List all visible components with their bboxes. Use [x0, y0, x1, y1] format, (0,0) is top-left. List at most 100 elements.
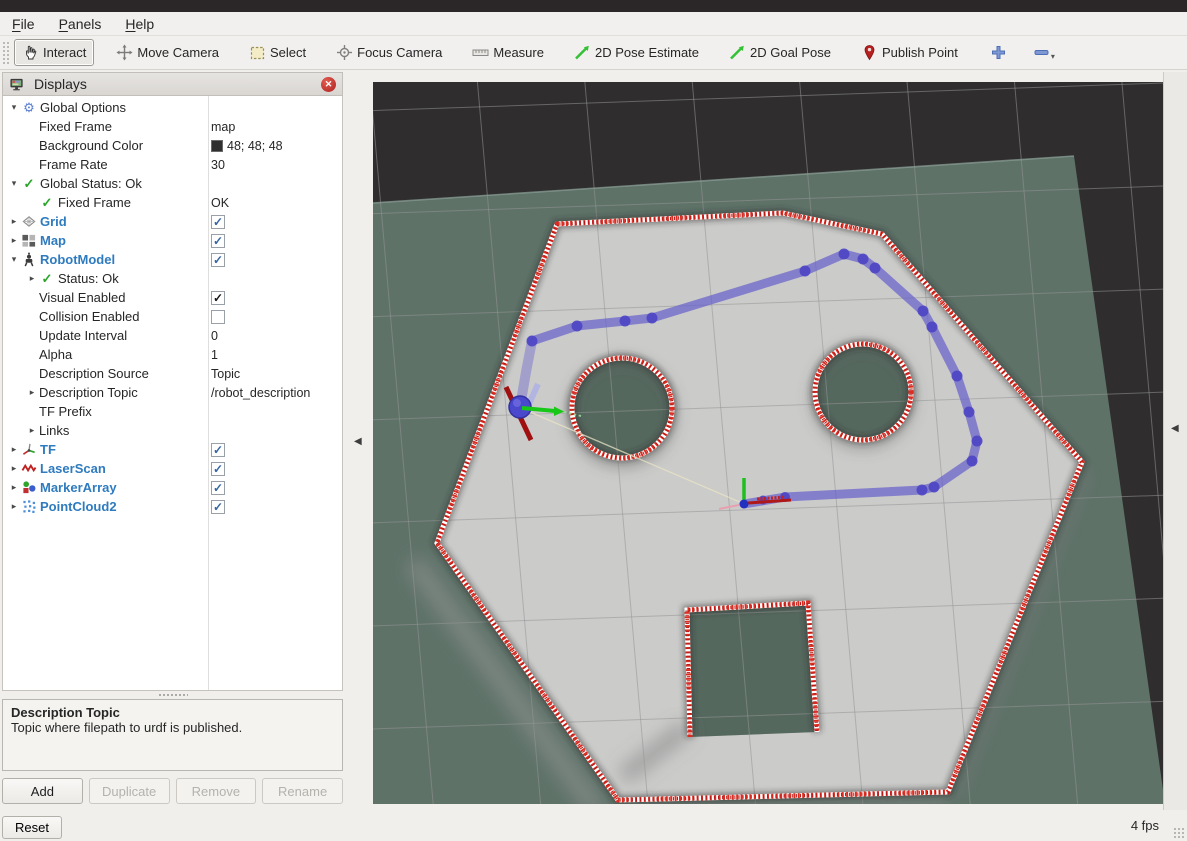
3d-viewport[interactable]: [373, 82, 1163, 804]
collapse-right-panel-icon[interactable]: ◀: [1171, 423, 1179, 434]
add-button[interactable]: Add: [2, 778, 83, 804]
tree-row[interactable]: Frame Rate 30: [3, 155, 342, 174]
row-value[interactable]: ✓: [211, 459, 225, 478]
checkbox[interactable]: ✓: [211, 481, 225, 495]
tool-measure[interactable]: Measure: [464, 39, 552, 66]
collapse-arrow-icon[interactable]: ▾: [7, 102, 21, 113]
toolbar-buttons: Interact Move Camera Select Focus Camera Mea…: [14, 39, 1071, 66]
row-label: Background Color: [39, 138, 143, 153]
row-value[interactable]: ✓: [211, 478, 225, 497]
tree-row[interactable]: ▸Grid✓: [3, 212, 342, 231]
checkbox[interactable]: ✓: [211, 291, 225, 305]
row-value[interactable]: ✓: [211, 497, 225, 516]
tree-row[interactable]: ▸MarkerArray✓: [3, 478, 342, 497]
menu-item-panels[interactable]: Panels: [59, 16, 102, 32]
menu-item-file[interactable]: File: [12, 16, 35, 32]
tree-row[interactable]: ▸✓Status: Ok: [3, 269, 342, 288]
checkbox[interactable]: ✓: [211, 234, 225, 248]
chevron-down-icon[interactable]: ▾: [1051, 52, 1055, 61]
row-value[interactable]: ✓: [211, 212, 225, 231]
checkbox[interactable]: ✓: [211, 253, 225, 267]
tool-2d-goal-pose[interactable]: 2D Goal Pose: [721, 39, 839, 66]
check-icon: ✓: [21, 176, 37, 191]
expand-arrow-icon[interactable]: ▸: [7, 482, 21, 493]
property-description-box: Description Topic Topic where filepath t…: [2, 699, 343, 771]
expand-arrow-icon[interactable]: ▸: [7, 444, 21, 455]
close-icon[interactable]: ✕: [321, 77, 336, 92]
tree-row[interactable]: Background Color 48; 48; 48: [3, 136, 342, 155]
tree-row[interactable]: Alpha1: [3, 345, 342, 364]
row-value[interactable]: 48; 48; 48: [211, 136, 283, 155]
checkbox[interactable]: ✓: [211, 215, 225, 229]
duplicate-button[interactable]: Duplicate: [89, 778, 170, 804]
checkbox[interactable]: [211, 310, 225, 324]
row-value[interactable]: 0: [211, 326, 218, 345]
expand-arrow-icon[interactable]: ▸: [7, 501, 21, 512]
row-label: Frame Rate: [39, 157, 108, 172]
tree-row[interactable]: ▾ RobotModel ✓: [3, 250, 342, 269]
row-value[interactable]: map: [211, 117, 235, 136]
checkbox[interactable]: ✓: [211, 462, 225, 476]
row-value[interactable]: [211, 307, 225, 326]
tool-interact[interactable]: Interact: [14, 39, 94, 66]
collapse-arrow-icon[interactable]: ▾: [7, 254, 21, 265]
tool-select[interactable]: Select: [241, 39, 314, 66]
menu-item-help[interactable]: Help: [125, 16, 154, 32]
row-value[interactable]: ✓: [211, 288, 225, 307]
tool-remove-tool[interactable]: ▾: [1023, 39, 1065, 66]
tree-row[interactable]: Update Interval0: [3, 326, 342, 345]
remove-button[interactable]: Remove: [176, 778, 257, 804]
reset-button[interactable]: Reset: [2, 816, 62, 839]
window-resize-grip[interactable]: [1173, 827, 1185, 839]
tool-focus-camera[interactable]: Focus Camera: [328, 39, 450, 66]
expand-arrow-icon[interactable]: ▸: [7, 463, 21, 474]
row-value[interactable]: /robot_description: [211, 383, 310, 402]
tree-row[interactable]: ▸Description Topic/robot_description: [3, 383, 342, 402]
expand-arrow-icon[interactable]: ▸: [7, 216, 21, 227]
tool-move-camera[interactable]: Move Camera: [108, 39, 227, 66]
row-value[interactable]: 30: [211, 155, 225, 174]
tree-row[interactable]: ▸Links: [3, 421, 342, 440]
markerarray-icon: [21, 480, 37, 495]
row-value[interactable]: ✓: [211, 250, 225, 269]
row-value[interactable]: ✓: [211, 440, 225, 459]
tree-row[interactable]: ▸TF✓: [3, 440, 342, 459]
checkbox[interactable]: ✓: [211, 500, 225, 514]
expand-arrow-icon[interactable]: ▸: [25, 387, 39, 398]
row-label: RobotModel: [40, 252, 115, 267]
tool-publish-point[interactable]: Publish Point: [853, 39, 966, 66]
tree-row[interactable]: ▸LaserScan✓: [3, 459, 342, 478]
row-value[interactable]: Topic: [211, 364, 240, 383]
tree-row[interactable]: ▾⚙Global Options: [3, 98, 342, 117]
tree-row[interactable]: ▸Map✓: [3, 231, 342, 250]
tree-row[interactable]: Description SourceTopic: [3, 364, 342, 383]
description-text: Topic where filepath to urdf is publishe…: [11, 720, 334, 735]
collapse-left-panel-icon[interactable]: ◀: [354, 436, 362, 447]
right-dock-strip[interactable]: ◀: [1163, 72, 1187, 810]
gear-icon: ⚙: [21, 100, 37, 115]
rename-button[interactable]: Rename: [262, 778, 343, 804]
row-value[interactable]: ✓: [211, 231, 225, 250]
tool-label: 2D Pose Estimate: [595, 45, 699, 60]
tree-row[interactable]: Fixed Framemap: [3, 117, 342, 136]
row-value[interactable]: 1: [211, 345, 218, 364]
tree-row[interactable]: ▾✓Global Status: Ok: [3, 174, 342, 193]
tool-2d-pose-estimate[interactable]: 2D Pose Estimate: [566, 39, 707, 66]
displays-panel: Displays ✕ ▾⚙Global OptionsFixed Framema…: [0, 72, 345, 810]
tree-row[interactable]: ✓Fixed FrameOK: [3, 193, 342, 212]
collapse-arrow-icon[interactable]: ▾: [7, 178, 21, 189]
tree-row[interactable]: ▸PointCloud2✓: [3, 497, 342, 516]
tree-row[interactable]: Visual Enabled✓: [3, 288, 342, 307]
checkbox[interactable]: ✓: [211, 443, 225, 457]
tree-row[interactable]: TF Prefix: [3, 402, 342, 421]
expand-arrow-icon[interactable]: ▸: [7, 235, 21, 246]
expand-arrow-icon[interactable]: ▸: [25, 425, 39, 436]
tool-add-tool[interactable]: [980, 39, 1017, 66]
toolbar-drag-handle[interactable]: [2, 41, 10, 65]
expand-arrow-icon[interactable]: ▸: [25, 273, 39, 284]
row-value[interactable]: OK: [211, 193, 229, 212]
panel-splitter-gutter[interactable]: ◀: [345, 72, 373, 810]
panel-splitter-handle[interactable]: [2, 691, 343, 699]
tree-row[interactable]: Collision Enabled: [3, 307, 342, 326]
tool-label: 2D Goal Pose: [750, 45, 831, 60]
